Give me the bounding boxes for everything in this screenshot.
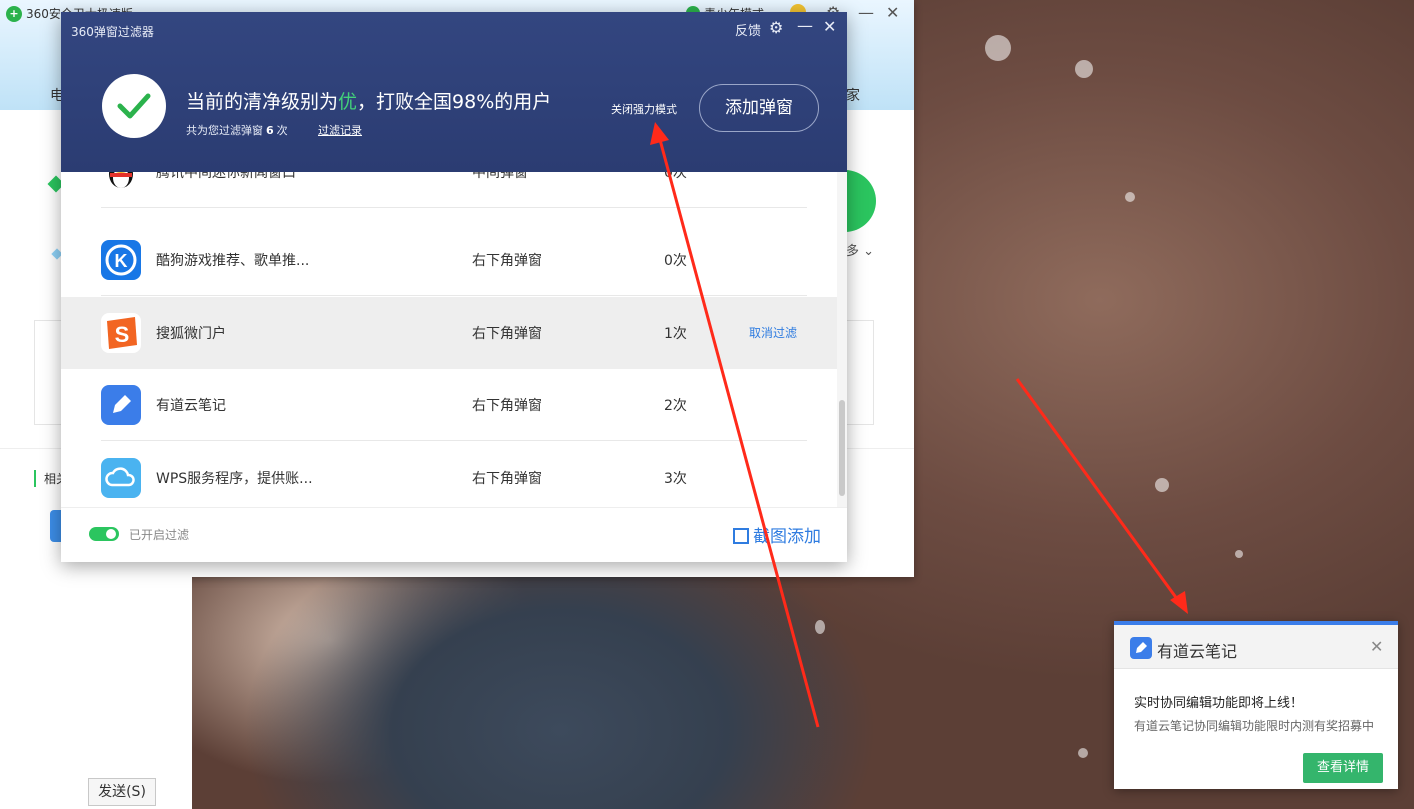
- popup-type: 右下角弹窗: [472, 253, 542, 269]
- filter-header: 360弹窗过滤器 反馈 ⚙ — ✕ 当前的清净级别为优，打败全国98%的用户 共…: [61, 12, 847, 172]
- wallpaper-sparkle: [815, 620, 825, 634]
- cloud-icon: [101, 458, 141, 498]
- notification-header: 有道云笔记 ✕: [1114, 625, 1398, 669]
- popup-count: 3次: [664, 471, 687, 487]
- popup-count: 0次: [664, 253, 687, 269]
- popup-filter-dialog: 360弹窗过滤器 反馈 ⚙ — ✕ 当前的清净级别为优，打败全国98%的用户 共…: [61, 12, 847, 562]
- wallpaper-sparkle: [1078, 748, 1088, 758]
- strong-mode-toggle-link[interactable]: 关闭强力模式: [611, 101, 677, 117]
- main-more-label: 多: [846, 244, 860, 259]
- filter-footer: 已开启过滤 截图添加: [61, 507, 847, 562]
- filter-toggle[interactable]: [89, 527, 119, 541]
- filtered-count-line: 共为您过滤弹窗 6 次: [186, 122, 288, 138]
- popup-type: 右下角弹窗: [472, 471, 542, 487]
- youdao-note-icon: [1130, 637, 1152, 659]
- chat-window: [0, 577, 192, 809]
- send-button[interactable]: 发送(S): [88, 778, 156, 806]
- popup-name: 搜狐微门户: [156, 326, 226, 342]
- screenshot-add-label: 截图添加: [753, 527, 821, 547]
- svg-text:S: S: [115, 322, 130, 347]
- list-scrollbar[interactable]: [837, 172, 847, 507]
- crop-icon: [733, 528, 749, 544]
- filtered-prefix: 共为您过滤弹窗: [186, 124, 263, 137]
- 360-logo-icon: +: [6, 6, 22, 22]
- wallpaper-sparkle: [1125, 192, 1135, 202]
- checkmark-icon: [102, 74, 166, 138]
- add-popup-button[interactable]: 添加弹窗: [699, 84, 819, 132]
- notification-description: 有道云笔记协同编辑功能限时内测有奖招募中: [1134, 719, 1375, 733]
- row-divider: [101, 440, 807, 441]
- toggle-knob: [106, 529, 116, 539]
- notification-title: 有道云笔记: [1157, 642, 1238, 661]
- main-more-link[interactable]: 多 ⌄: [846, 240, 874, 259]
- popup-count: 1次: [664, 326, 687, 342]
- qq-penguin-icon: [101, 172, 141, 192]
- filtered-popup-list: 腾讯中间迷你新闻窗口 中间弹窗 0次 K 酷狗游戏推荐、歌单推... 右下角弹窗…: [61, 172, 847, 507]
- status-grade: 优: [338, 91, 358, 113]
- screenshot-add-button[interactable]: 截图添加: [733, 522, 821, 547]
- filtered-suffix: 次: [276, 124, 288, 137]
- feedback-link[interactable]: 反馈: [735, 20, 761, 39]
- list-item[interactable]: 腾讯中间迷你新闻窗口 中间弹窗 0次: [61, 172, 837, 208]
- popup-name: 有道云笔记: [156, 398, 226, 414]
- main-tab-right[interactable]: 家: [846, 85, 860, 105]
- cancel-filter-link[interactable]: 取消过滤: [749, 324, 797, 341]
- sohu-icon: S: [101, 313, 141, 353]
- wallpaper-sparkle: [985, 35, 1011, 61]
- scrollbar-thumb[interactable]: [839, 400, 845, 496]
- popup-count: 2次: [664, 398, 687, 414]
- dialog-title: 360弹窗过滤器: [71, 25, 154, 39]
- list-item[interactable]: K 酷狗游戏推荐、歌单推... 右下角弹窗 0次: [61, 224, 837, 296]
- wallpaper-sparkle: [1155, 478, 1169, 492]
- youdao-notification: 有道云笔记 ✕ 实时协同编辑功能即将上线！ 有道云笔记协同编辑功能限时内测有奖招…: [1114, 621, 1398, 789]
- view-details-button[interactable]: 查看详情: [1303, 753, 1383, 783]
- wallpaper-sparkle: [1075, 60, 1093, 78]
- filtered-count: 6: [266, 124, 274, 137]
- popup-type: 右下角弹窗: [472, 326, 542, 342]
- close-icon[interactable]: ✕: [1370, 637, 1383, 656]
- notification-heading: 实时协同编辑功能即将上线！: [1134, 696, 1304, 711]
- list-item[interactable]: 有道云笔记 右下角弹窗 2次: [61, 369, 837, 441]
- minimize-icon[interactable]: —: [858, 3, 874, 22]
- svg-text:K: K: [115, 251, 128, 271]
- close-icon[interactable]: ✕: [886, 3, 899, 22]
- row-divider: [101, 295, 807, 296]
- minimize-icon[interactable]: —: [797, 16, 813, 35]
- close-icon[interactable]: ✕: [823, 17, 836, 36]
- popup-name: 酷狗游戏推荐、歌单推...: [156, 253, 310, 269]
- gear-icon[interactable]: ⚙: [769, 18, 783, 37]
- popup-name: WPS服务程序，提供账...: [156, 471, 313, 487]
- wallpaper-sparkle: [1235, 550, 1243, 558]
- popup-count: 0次: [664, 172, 687, 181]
- filter-record-link[interactable]: 过滤记录: [318, 122, 362, 138]
- filter-toggle-label: 已开启过滤: [129, 528, 190, 542]
- youdao-note-icon: [101, 385, 141, 425]
- row-divider: [101, 207, 807, 208]
- status-suffix: ，打败全国98%的用户: [357, 91, 552, 113]
- list-item[interactable]: S 搜狐微门户 右下角弹窗 1次 取消过滤: [61, 297, 837, 369]
- popup-name: 腾讯中间迷你新闻窗口: [156, 172, 296, 181]
- kugou-icon: K: [101, 240, 141, 280]
- list-item[interactable]: WPS服务程序，提供账... 右下角弹窗 3次: [61, 442, 837, 507]
- popup-type: 右下角弹窗: [472, 398, 542, 414]
- popup-type: 中间弹窗: [472, 172, 528, 181]
- clean-level-status: 当前的清净级别为优，打败全国98%的用户: [186, 87, 551, 114]
- status-prefix: 当前的清净级别为: [186, 91, 339, 113]
